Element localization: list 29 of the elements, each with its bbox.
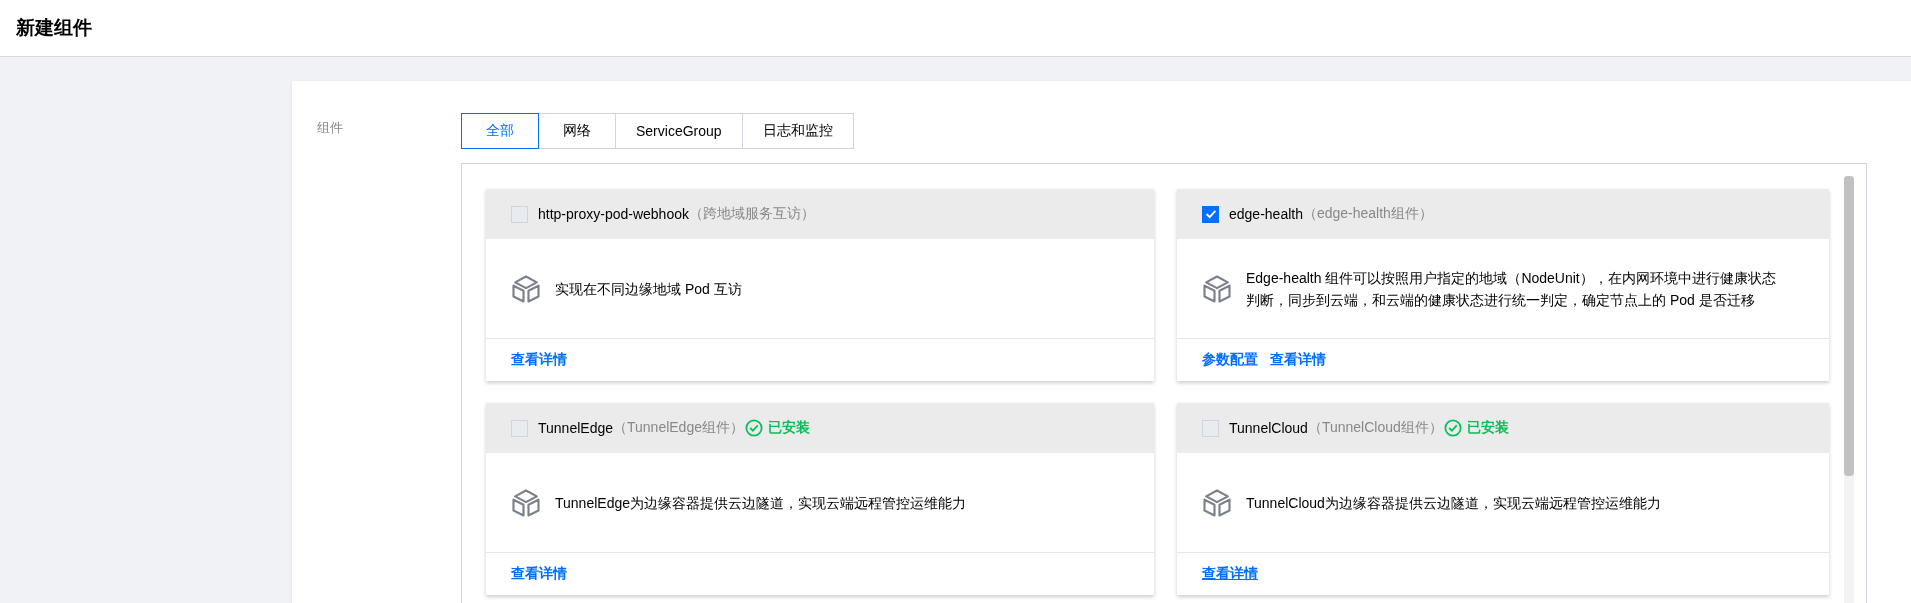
details-link[interactable]: 查看详情	[1202, 565, 1258, 583]
page-title: 新建组件	[16, 16, 92, 40]
component-subtitle: （TunnelEdge组件）	[613, 419, 744, 437]
details-link[interactable]: 参数配置	[1202, 351, 1258, 369]
details-link[interactable]: 查看详情	[511, 351, 567, 369]
scrollbar-thumb[interactable]	[1844, 176, 1854, 476]
details-link[interactable]: 查看详情	[1270, 351, 1326, 369]
component-subtitle: （edge-health组件）	[1302, 205, 1433, 223]
component-description: TunnelCloud为边缘容器提供云边隧道，实现云端远程管控运维能力	[1246, 493, 1661, 513]
installed-status: 已安装	[767, 419, 810, 437]
checkmark-icon	[1203, 207, 1218, 221]
component-name: edge-health	[1229, 206, 1303, 222]
component-description: Edge-health 组件可以按照用户指定的地域（NodeUnit），在内网环境中进行健康状态判断，同步到云端，和云端的健康状态进行统一判定，确定节点上的 Pod 是否迁移	[1246, 268, 1777, 310]
component-description: TunnelEdge为边缘容器提供云边隧道，实现云端远程管控运维能力	[555, 493, 966, 513]
component-name: TunnelEdge	[538, 420, 613, 436]
component-subtitle: （跨地域服务互访）	[689, 205, 815, 223]
component-description: 实现在不同边缘地域 Pod 互访	[555, 279, 742, 299]
filter-tab[interactable]: 网络	[538, 113, 616, 149]
scrollbar[interactable]	[1844, 176, 1854, 603]
component-name: http-proxy-pod-webhook	[538, 206, 689, 222]
checkbox[interactable]	[1202, 205, 1219, 223]
details-link[interactable]: 查看详情	[511, 565, 567, 583]
filter-tab[interactable]: 日志和监控	[741, 113, 854, 149]
field-label: 组件	[317, 119, 344, 137]
installed-status: 已安装	[1466, 419, 1509, 437]
filter-tab[interactable]: ServiceGroup	[615, 113, 743, 149]
component-name: TunnelCloud	[1229, 420, 1308, 436]
component-subtitle: （TunnelCloud组件）	[1307, 419, 1443, 437]
filter-tab[interactable]: 全部	[461, 113, 539, 149]
